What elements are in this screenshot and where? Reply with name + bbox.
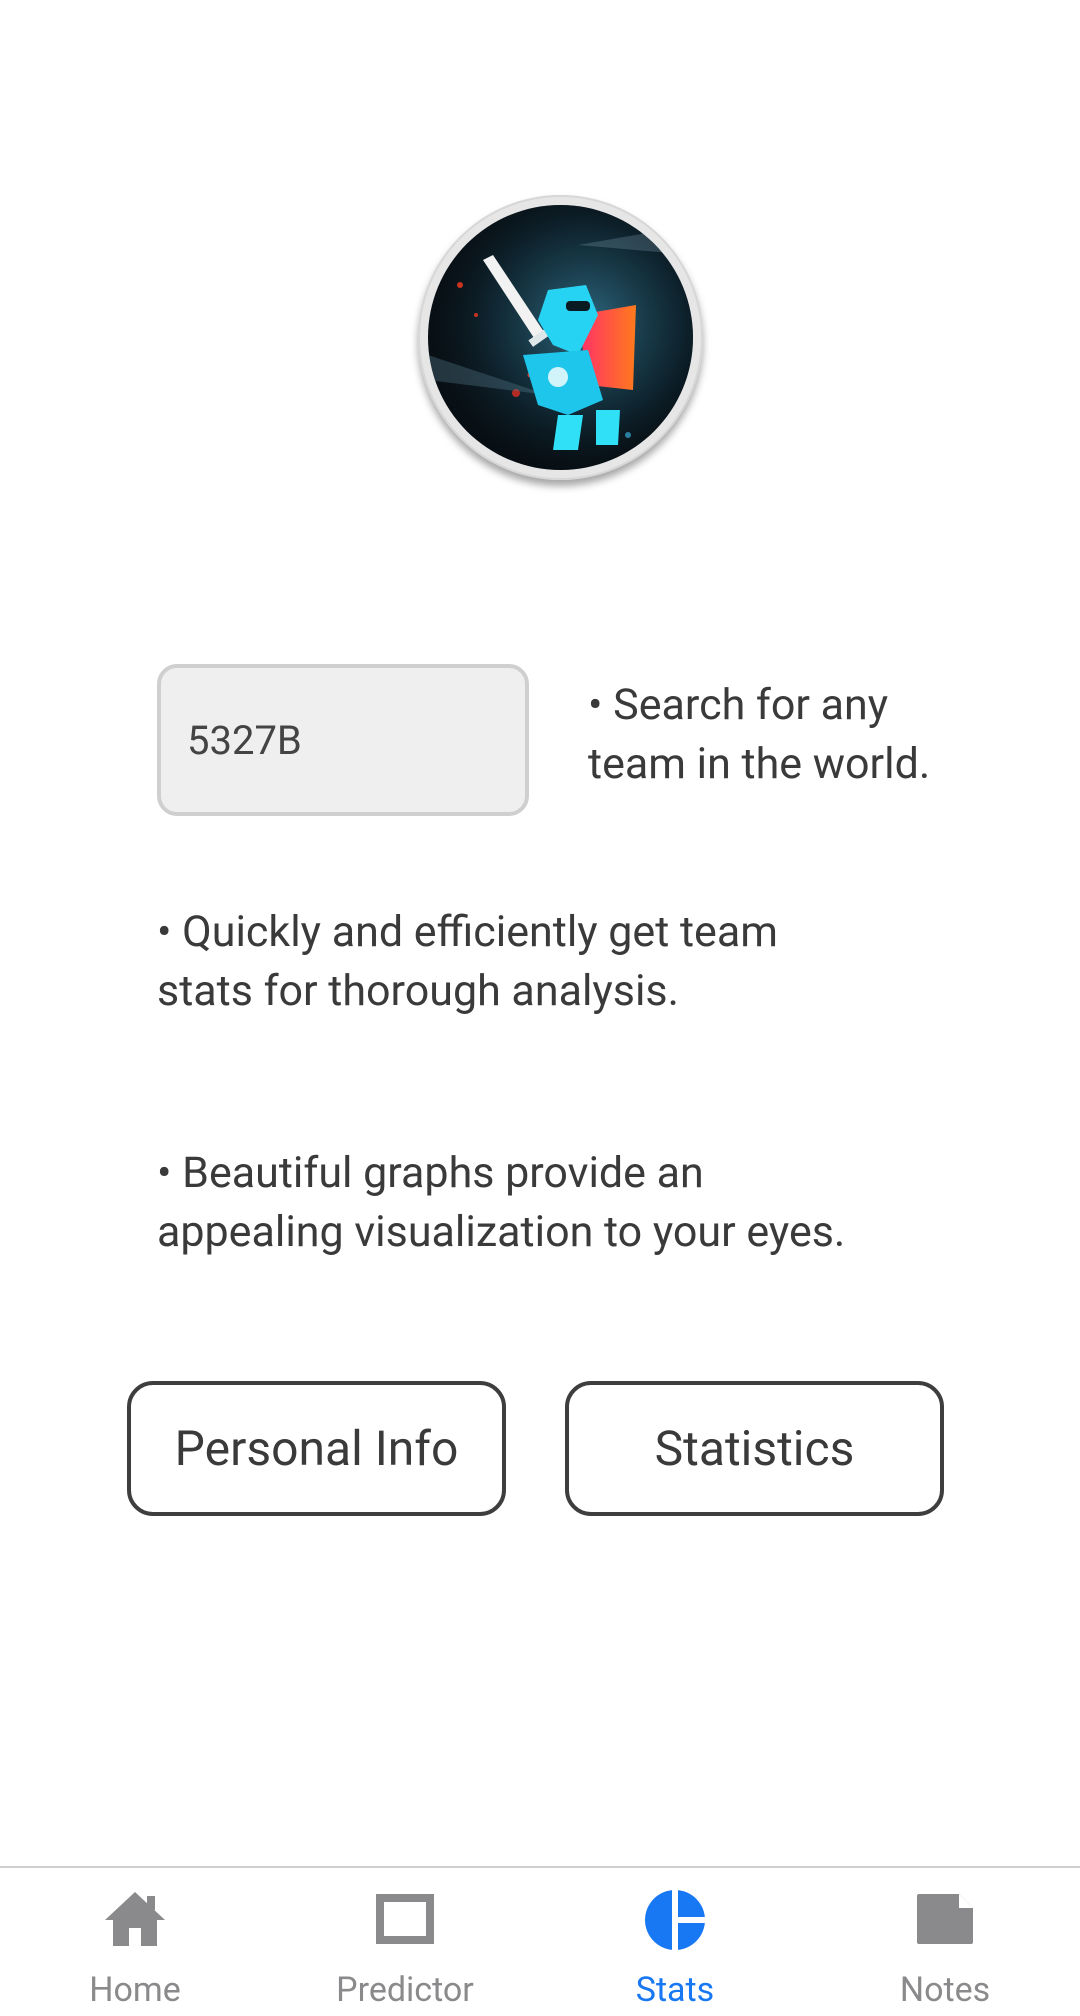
home-icon bbox=[105, 1892, 165, 1946]
nav-label-predictor: Predictor bbox=[336, 1970, 474, 2010]
nav-label-home: Home bbox=[89, 1970, 181, 2010]
nav-item-predictor[interactable]: Predictor bbox=[270, 1868, 540, 2016]
personal-info-label: Personal Info bbox=[174, 1420, 459, 1477]
nav-item-notes[interactable]: Notes bbox=[810, 1868, 1080, 2016]
team-search-input[interactable]: 5327B bbox=[157, 664, 529, 816]
knight-logo-icon bbox=[428, 205, 693, 470]
app-logo bbox=[418, 195, 703, 480]
nav-item-home[interactable]: Home bbox=[0, 1868, 270, 2016]
feature-graphs-line-2: appealing visualization to your eyes. bbox=[157, 1207, 846, 1257]
feature-search-line-1: • Search for any bbox=[588, 680, 889, 730]
feature-graphs-text: • Beautiful graphs provide an appealing … bbox=[157, 1144, 845, 1262]
predictor-icon bbox=[376, 1894, 434, 1944]
nav-item-stats[interactable]: Stats bbox=[540, 1868, 810, 2016]
feature-stats-line-1: • Quickly and efficiently get team bbox=[157, 907, 778, 957]
nav-label-notes: Notes bbox=[899, 1970, 991, 2010]
notes-icon bbox=[917, 1894, 973, 1944]
feature-search-text: • Search for any team in the world. bbox=[588, 676, 930, 794]
nav-label-stats: Stats bbox=[635, 1970, 715, 2010]
team-search-value: 5327B bbox=[187, 716, 302, 764]
statistics-label: Statistics bbox=[654, 1420, 855, 1477]
feature-graphs-line-1: • Beautiful graphs provide an bbox=[157, 1148, 704, 1198]
feature-stats-line-2: stats for thorough analysis. bbox=[157, 966, 679, 1016]
feature-stats-text: • Quickly and efficiently get team stats… bbox=[157, 903, 778, 1021]
personal-info-button[interactable]: Personal Info bbox=[127, 1381, 506, 1516]
pie-chart-icon bbox=[645, 1888, 707, 1952]
bottom-navigation: Home Predictor Stats Notes bbox=[0, 1866, 1080, 2016]
statistics-button[interactable]: Statistics bbox=[565, 1381, 944, 1516]
logo-image bbox=[428, 205, 693, 470]
feature-search-line-2: team in the world. bbox=[588, 739, 931, 789]
